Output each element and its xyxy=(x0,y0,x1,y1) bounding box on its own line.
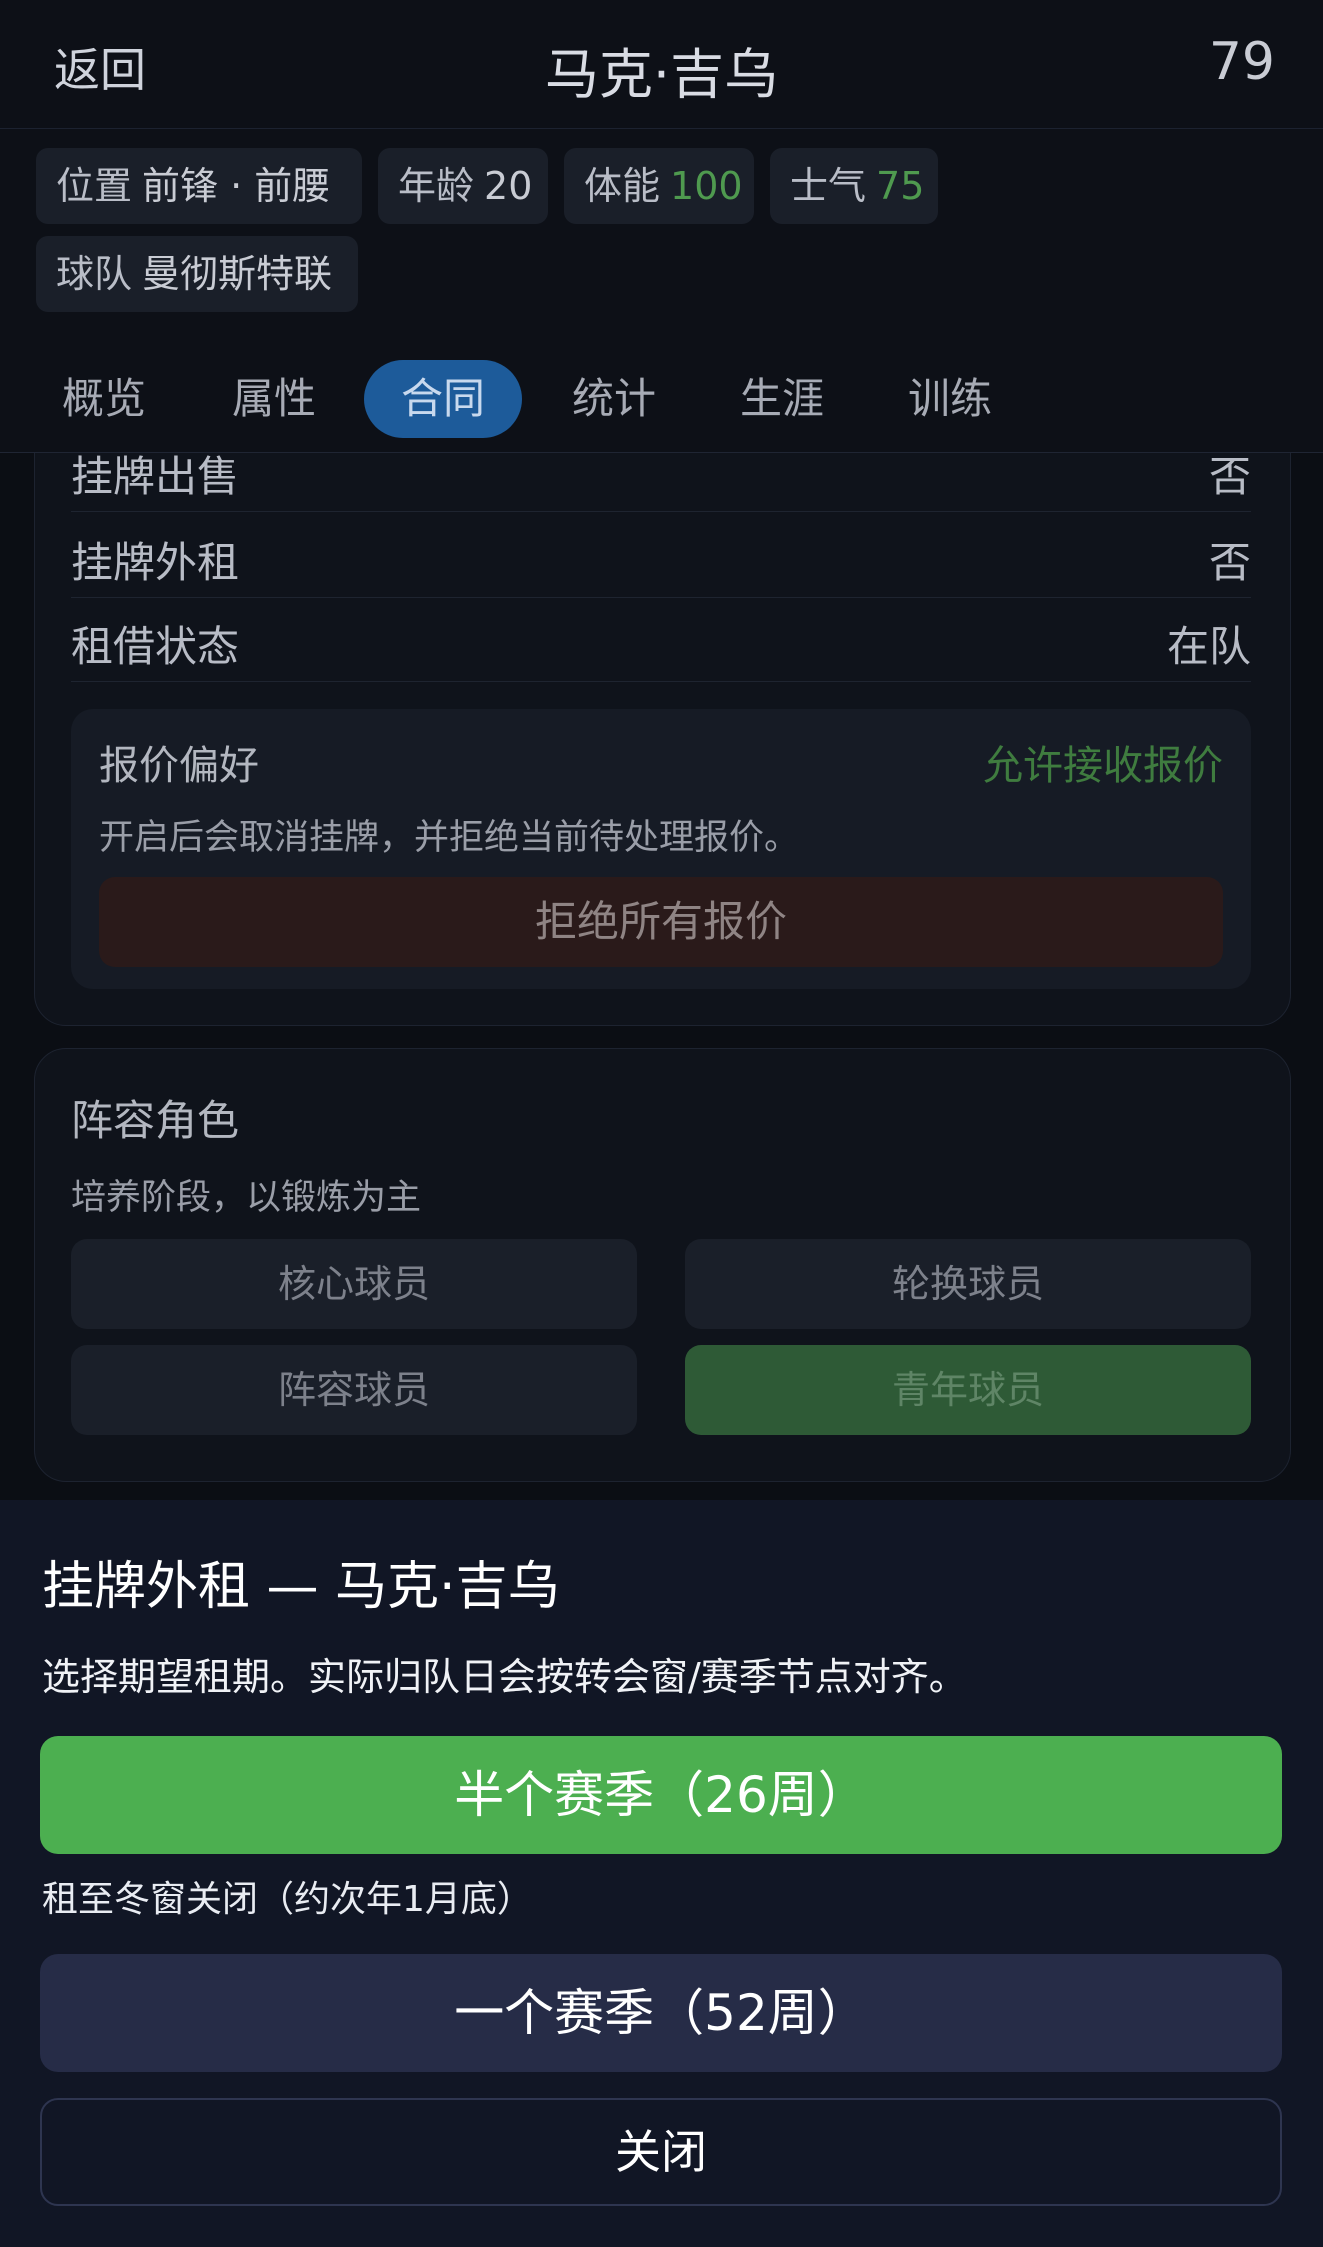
half-season-option-button[interactable]: 半个赛季（26周） xyxy=(40,1736,1282,1854)
sheet-desc: 选择期望租期。实际归队日会按转会窗/赛季节点对齐。 xyxy=(42,1655,967,1699)
tab-overview[interactable]: 概览 xyxy=(44,360,164,438)
contract-row-listed-for-loan: 挂牌外租 否 xyxy=(71,513,1251,598)
chip-team: 球队 曼彻斯特联 xyxy=(36,236,358,312)
info-panel: 位置 前锋 · 前腰 年龄 20 体能 100 士气 75 球队 曼彻斯特联 xyxy=(0,129,1323,330)
top-bar: 返回 马克·吉乌 79 xyxy=(0,0,1323,129)
chip-value: 曼彻斯特联 xyxy=(142,252,333,296)
chip-label: 球队 xyxy=(56,252,133,296)
close-button[interactable]: 关闭 xyxy=(40,2098,1282,2206)
sheet-title: 挂牌外租 — 马克·吉乌 xyxy=(42,1557,560,1617)
offer-preference-desc: 开启后会取消挂牌，并拒绝当前待处理报价。 xyxy=(99,818,800,858)
chip-label: 位置 xyxy=(56,164,133,208)
chip-label: 士气 xyxy=(790,164,867,208)
row-label: 挂牌外租 xyxy=(71,538,240,587)
page-title: 马克·吉乌 xyxy=(544,43,779,106)
tab-training[interactable]: 训练 xyxy=(890,360,1010,438)
reject-all-offers-button[interactable]: 拒绝所有报价 xyxy=(99,877,1223,967)
tab-career[interactable]: 生涯 xyxy=(722,360,842,438)
tab-attributes[interactable]: 属性 xyxy=(214,360,334,438)
role-option-core[interactable]: 核心球员 xyxy=(71,1239,637,1329)
offer-preference-toggle[interactable]: 允许接收报价 xyxy=(983,733,1223,791)
overall-rating: 79 xyxy=(1208,32,1275,92)
squad-role-card: 阵容角色 培养阶段，以锻炼为主 核心球员 轮换球员 阵容球员 青年球员 xyxy=(34,1048,1291,1482)
player-detail-background: 挂牌出售 否 挂牌外租 否 租借状态 在队 报价偏好 允许接收报价 开启后会取消… xyxy=(0,0,1323,1500)
chip-value: 前锋 · 前腰 xyxy=(142,164,331,208)
contract-row-loan-status: 租借状态 在队 xyxy=(71,597,1251,682)
chip-value: 100 xyxy=(670,164,743,208)
row-value: 否 xyxy=(1208,538,1251,587)
offer-preference-box: 报价偏好 允许接收报价 开启后会取消挂牌，并拒绝当前待处理报价。 拒绝所有报价 xyxy=(71,709,1251,989)
half-season-note: 租至冬窗关闭（约次年1月底） xyxy=(42,1879,533,1920)
chip-value: 20 xyxy=(484,164,533,208)
tab-contract[interactable]: 合同 xyxy=(364,360,522,438)
tab-bar: 概览 属性 合同 统计 生涯 训练 xyxy=(0,330,1323,453)
offer-preference-title: 报价偏好 xyxy=(99,743,259,789)
tab-stats[interactable]: 统计 xyxy=(554,360,674,438)
role-option-youth[interactable]: 青年球员 xyxy=(685,1345,1251,1435)
row-value: 在队 xyxy=(1166,622,1251,671)
chip-label: 体能 xyxy=(584,164,661,208)
chip-age: 年龄 20 xyxy=(378,148,548,224)
squad-role-desc: 培养阶段，以锻炼为主 xyxy=(71,1178,422,1218)
role-option-rotation[interactable]: 轮换球员 xyxy=(685,1239,1251,1329)
chip-position: 位置 前锋 · 前腰 xyxy=(36,148,362,224)
chip-value: 75 xyxy=(876,164,925,208)
chip-label: 年龄 xyxy=(398,164,475,208)
squad-role-title: 阵容角色 xyxy=(71,1096,240,1145)
full-season-option-button[interactable]: 一个赛季（52周） xyxy=(40,1954,1282,2072)
row-label: 租借状态 xyxy=(71,622,240,671)
chip-morale: 士气 75 xyxy=(770,148,938,224)
chip-stamina: 体能 100 xyxy=(564,148,754,224)
role-option-squad[interactable]: 阵容球员 xyxy=(71,1345,637,1435)
loan-listing-sheet: 挂牌外租 — 马克·吉乌 选择期望租期。实际归队日会按转会窗/赛季节点对齐。 半… xyxy=(0,1500,1323,2247)
